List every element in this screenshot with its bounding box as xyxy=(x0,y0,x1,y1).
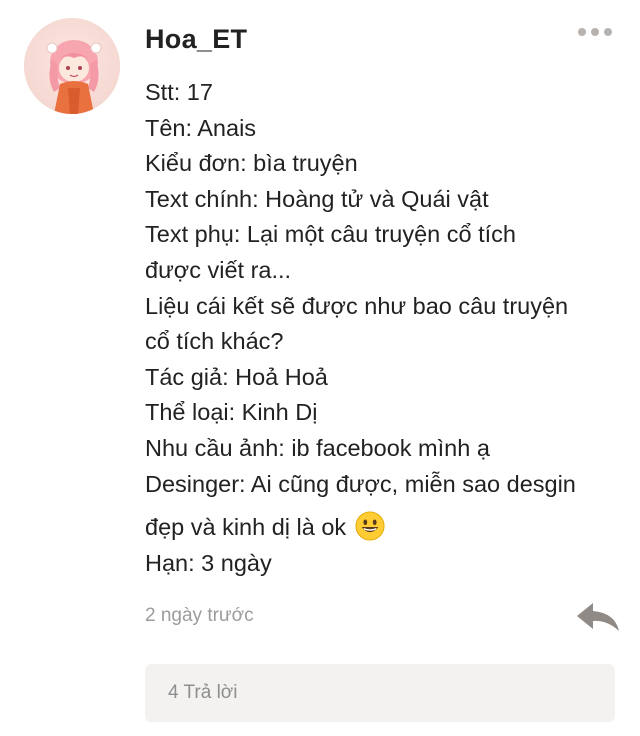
comment-line: Nhu cầu ảnh: ib facebook mình ạ xyxy=(145,434,490,461)
user-avatar[interactable] xyxy=(24,18,120,114)
view-replies-button[interactable]: 4 Trả lời xyxy=(145,664,615,722)
comment-line: Kiểu đơn: bìa truyện xyxy=(145,150,358,177)
comment-line: Stt: 17 xyxy=(145,79,213,105)
more-options-icon[interactable] xyxy=(578,26,618,38)
comment-line: Tên: Anais xyxy=(145,114,257,141)
grinning-face-emoji-icon xyxy=(355,511,385,541)
comment-line: Liệu cái kết sẽ được như bao câu truyện xyxy=(145,292,569,319)
comment-line: được viết ra... xyxy=(145,256,292,283)
comment-line: Text chính: Hoàng tử và Quái vật xyxy=(145,185,489,212)
comment-body: Stt: 17 Tên: Anais Kiểu đơn: bìa truyện … xyxy=(145,75,625,581)
comment-timestamp: 2 ngày trước xyxy=(145,605,254,626)
reply-arrow-icon[interactable] xyxy=(575,601,621,633)
comment-username[interactable]: Hoa_ET xyxy=(145,24,247,55)
dot xyxy=(591,28,599,36)
comment-line: Hạn: 3 ngày xyxy=(145,549,272,576)
comment-line: Thể loại: Kinh Dị xyxy=(145,399,318,426)
comment-line: Tác giả: Hoả Hoả xyxy=(145,363,328,390)
comment-line: Desinger: Ai cũng được, miễn sao desgin xyxy=(145,470,576,497)
comment-line-with-emoji: đẹp và kinh dị là ok xyxy=(145,510,625,546)
comment-line: đẹp và kinh dị là ok xyxy=(145,514,347,541)
comment-line: cổ tích khác? xyxy=(145,328,284,355)
dot xyxy=(578,28,586,36)
replies-count-label: 4 Trả lời xyxy=(168,682,238,703)
dot xyxy=(604,28,612,36)
comment-line: Text phụ: Lại một câu truyện cổ tích xyxy=(145,221,516,248)
